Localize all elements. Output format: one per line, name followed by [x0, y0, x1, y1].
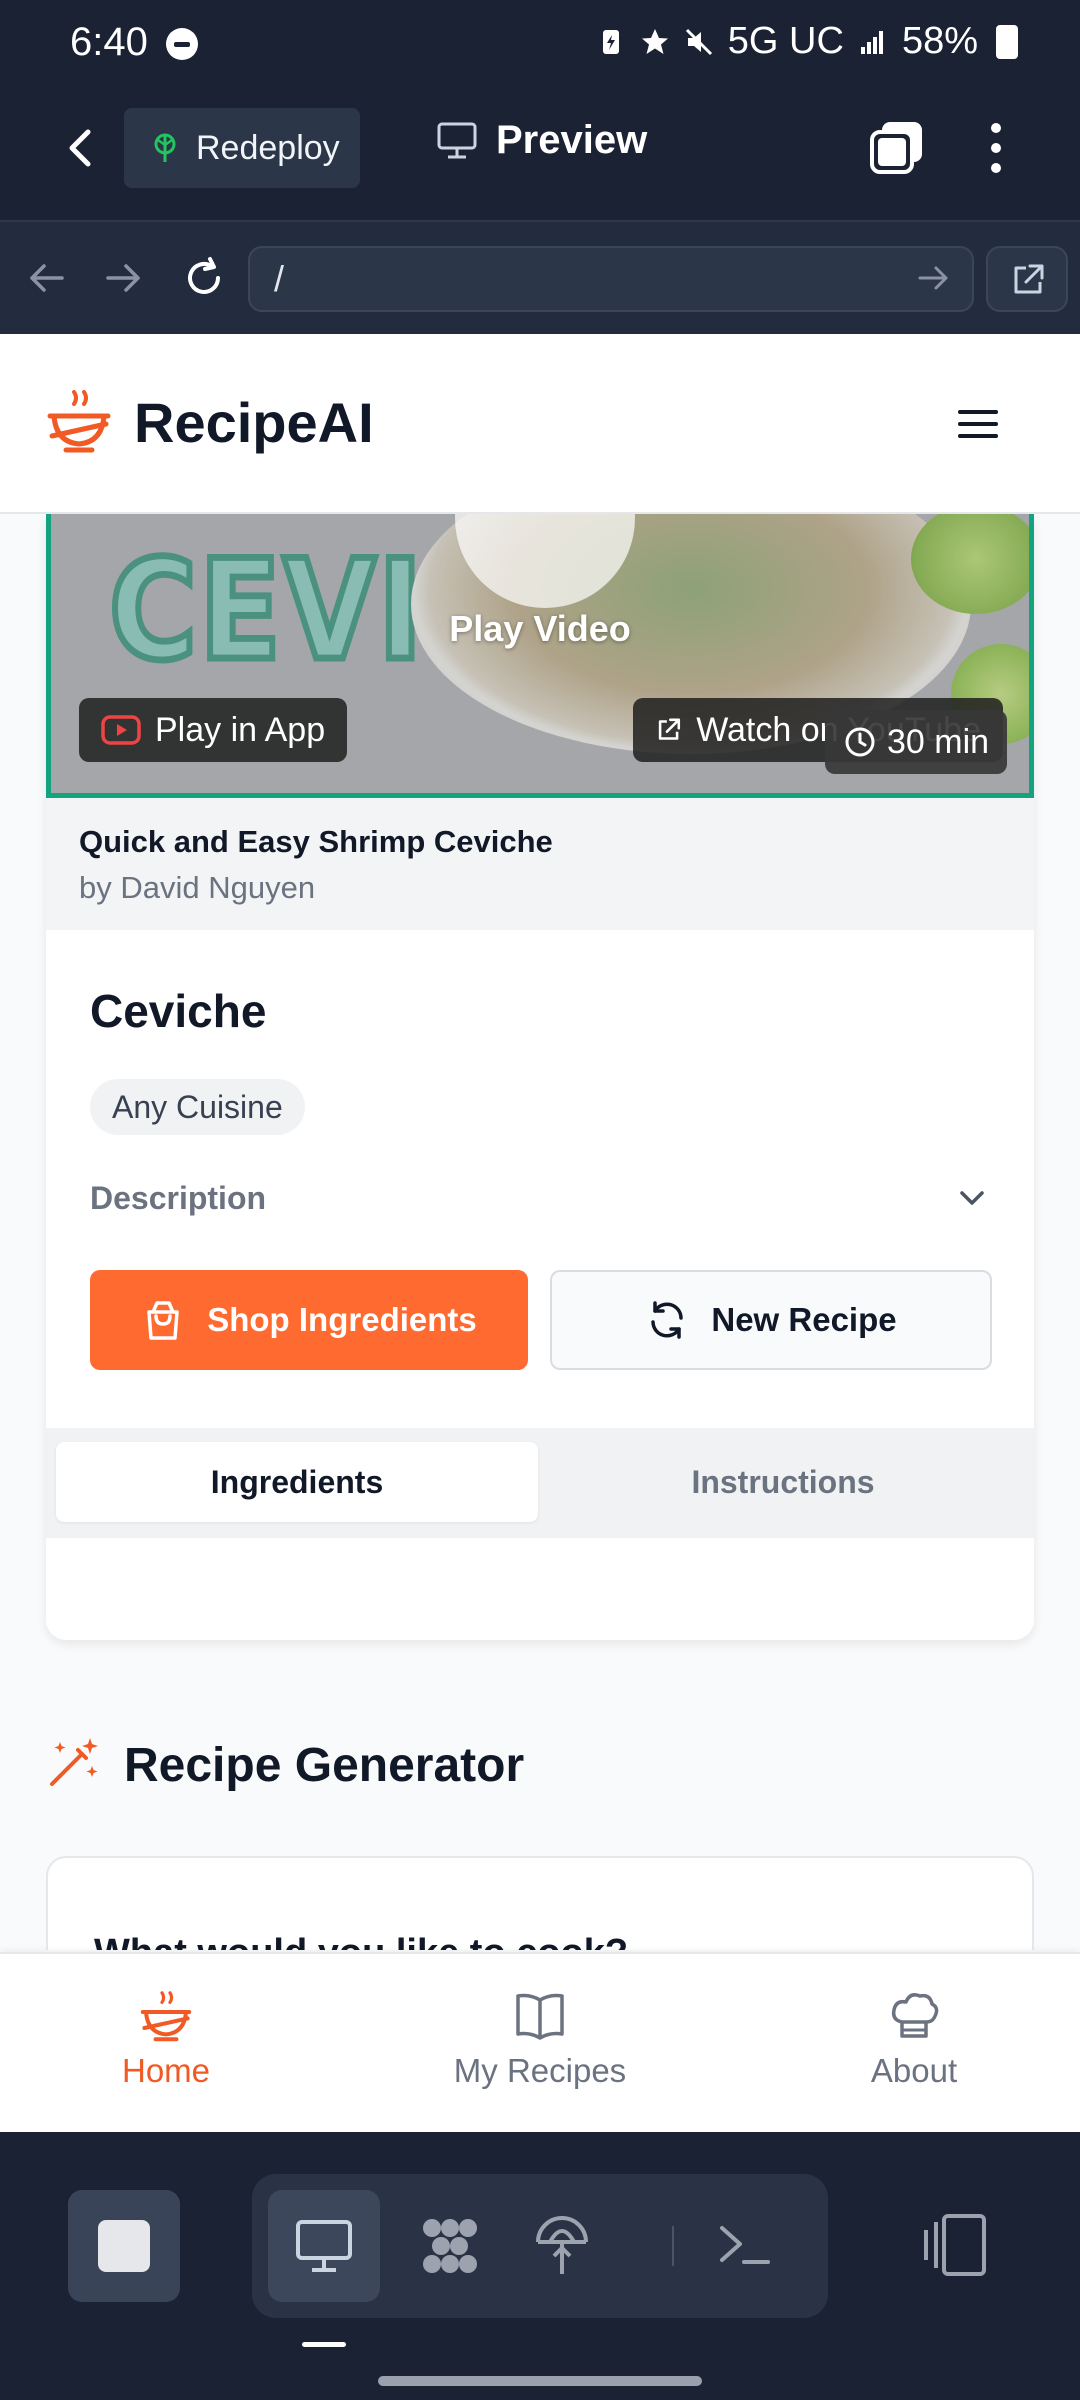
nav-home[interactable]: Home	[46, 1988, 286, 2090]
external-link-icon	[1014, 264, 1044, 294]
agent-tool-button[interactable]	[394, 2190, 506, 2302]
video-author: by David Nguyen	[79, 870, 316, 905]
preview-label: Preview	[496, 118, 648, 162]
description-toggle[interactable]: Description	[90, 1172, 990, 1224]
play-in-app-label: Play in App	[155, 710, 326, 749]
gesture-home-indicator[interactable]	[378, 2376, 702, 2386]
mute-icon	[685, 28, 712, 55]
nav-my-recipes[interactable]: My Recipes	[420, 1988, 660, 2090]
recipe-title: Ceviche	[90, 985, 267, 1037]
network-type: 5G UC	[727, 20, 844, 62]
redeploy-label: Redeploy	[196, 128, 340, 167]
nav-about-label: About	[870, 2052, 958, 2089]
url-input[interactable]	[248, 246, 974, 312]
play-in-app-button[interactable]: Play in App	[79, 698, 348, 762]
tab-instructions[interactable]: Instructions	[542, 1442, 1024, 1522]
tool-group	[252, 2174, 828, 2318]
dev-toolbar	[0, 2132, 1080, 2400]
hamburger-menu-icon[interactable]	[954, 400, 1002, 448]
do-not-disturb-icon	[166, 28, 198, 60]
shop-ingredients-label: Shop Ingredients	[207, 1301, 477, 1338]
cuisine-badge: Any Cuisine	[90, 1079, 305, 1135]
tabs-icon[interactable]	[868, 118, 926, 176]
battery-percent: 58%	[901, 20, 978, 62]
video-player[interactable]: CEVICHE Play Video Play in App Watch on …	[46, 514, 1034, 798]
new-recipe-button[interactable]: New Recipe	[550, 1270, 992, 1370]
deploy-icon	[154, 133, 176, 162]
video-title: Quick and Easy Shrimp Ceviche	[79, 824, 553, 859]
description-label: Description	[90, 1179, 267, 1216]
bowl-logo-icon[interactable]	[44, 386, 114, 456]
generator-question: What would you like to cook?	[94, 1932, 628, 1950]
deploy-icon	[536, 2216, 588, 2274]
main-content: CEVICHE Play Video Play in App Watch on …	[0, 514, 1080, 1950]
back-arrow-icon[interactable]	[52, 118, 112, 178]
url-bar	[0, 220, 1080, 334]
monitor-icon	[296, 2220, 352, 2272]
duration-text: 30 min	[887, 722, 990, 761]
nav-my-recipes-label: My Recipes	[453, 2052, 627, 2089]
site-brand[interactable]: RecipeAI	[134, 390, 374, 455]
recipe-card: CEVICHE Play Video Play in App Watch on …	[46, 514, 1034, 1640]
generator-title: Recipe Generator	[124, 1739, 525, 1792]
status-bar: 6:40 5G UC 58%	[0, 0, 1080, 88]
recipe-tabs: Ingredients Instructions	[46, 1428, 1034, 1538]
status-icons: 5G UC 58%	[596, 20, 1018, 63]
status-time: 6:40	[70, 20, 148, 64]
agent-icon	[423, 2219, 477, 2273]
preview-tool-button[interactable]	[268, 2190, 380, 2302]
bottom-navigation: Home My Recipes About	[0, 1952, 1080, 2132]
chevron-down-icon	[960, 1191, 984, 1205]
generator-card: What would you like to cook?	[46, 1856, 1034, 1950]
go-arrow-icon[interactable]	[916, 260, 952, 296]
refresh-icon	[651, 1301, 684, 1339]
shop-ingredients-button[interactable]: Shop Ingredients	[90, 1270, 528, 1370]
site-header: RecipeAI	[0, 334, 1080, 514]
chef-hat-icon	[891, 1993, 939, 2038]
reload-icon[interactable]	[180, 254, 228, 302]
more-options-icon[interactable]	[978, 118, 1014, 178]
active-tool-indicator	[302, 2342, 346, 2347]
browser-forward-icon[interactable]	[100, 254, 148, 302]
nav-home-label: Home	[121, 2052, 211, 2089]
monitor-icon	[437, 122, 477, 158]
stop-button[interactable]	[68, 2190, 180, 2302]
play-video-label[interactable]: Play Video	[51, 608, 1029, 650]
nav-about[interactable]: About	[794, 1988, 1034, 2090]
open-external-button[interactable]	[986, 246, 1068, 312]
video-meta: Quick and Easy Shrimp Ceviche by David N…	[46, 798, 1034, 930]
youtube-icon	[101, 715, 141, 745]
home-bowl-icon	[140, 1991, 192, 2042]
deployments-tool-button[interactable]	[506, 2190, 618, 2302]
panel-toggle-icon[interactable]	[918, 2208, 992, 2282]
browser-back-icon[interactable]	[22, 254, 70, 302]
clock-icon	[845, 727, 875, 757]
redeploy-button[interactable]: Redeploy	[124, 108, 360, 188]
toolbar-divider	[672, 2226, 674, 2266]
terminal-icon	[720, 2226, 770, 2264]
star-icon	[641, 28, 668, 54]
shopping-bag-icon	[147, 1301, 179, 1340]
magic-wand-icon	[50, 1738, 98, 1786]
app-top-bar: Redeploy Preview	[0, 88, 1080, 220]
duration-badge: 30 min	[825, 710, 1008, 774]
new-recipe-label: New Recipe	[711, 1301, 897, 1338]
book-icon	[516, 1993, 564, 2040]
battery-icon	[996, 24, 1018, 59]
tab-ingredients[interactable]: Ingredients	[56, 1442, 538, 1522]
battery-saver-icon	[602, 29, 619, 54]
external-link-icon	[658, 718, 681, 740]
preview-tab[interactable]: Preview	[436, 118, 647, 163]
shell-tool-button[interactable]	[688, 2190, 800, 2302]
signal-icon	[860, 30, 883, 54]
